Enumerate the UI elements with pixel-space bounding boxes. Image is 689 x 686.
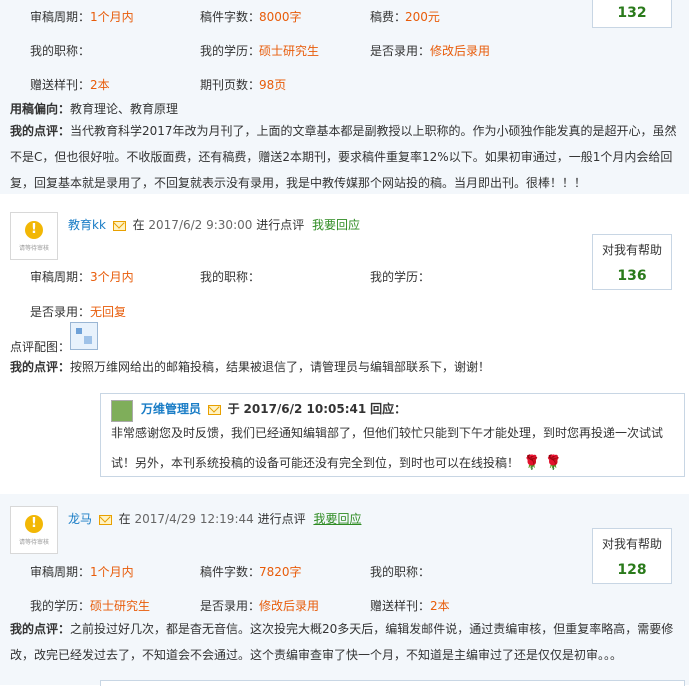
samples-value: 2本 (90, 78, 110, 92)
admin-name[interactable]: 万维管理员 (141, 402, 201, 416)
alert-icon: ! (25, 221, 43, 239)
comment-block: 我的点评：当代教育科学2017年改为月刊了，上面的文章基本都是副教授以上职称的。… (10, 118, 683, 196)
words-value: 7820字 (259, 565, 302, 579)
samples-label: 赠送样刊： (30, 78, 91, 92)
reply-text-line1: 非常感谢您及时反馈，我们已经通知编辑部了，但他们较忙只能到下午才能处理，到时您再… (111, 426, 664, 440)
comment-image-thumbnail[interactable] (70, 322, 98, 350)
meta-in: 在 (118, 512, 131, 526)
title-label: 我的职称： (370, 565, 431, 579)
comment-label: 我的点评： (10, 124, 71, 138)
comment-text: 之前投过好几次，都是杳无音信。这次投完大概20多天后，编辑发邮件说，通过责编审核… (10, 622, 674, 662)
helpful-count: 128 (617, 562, 647, 578)
words-label: 稿件字数： (200, 10, 261, 24)
preference-value: 教育理论、教育原理 (70, 102, 179, 116)
accept-value: 修改后录用 (430, 44, 491, 58)
meta-action: 进行点评 (256, 218, 305, 232)
fee-label: 稿费： (370, 10, 407, 24)
accept-label: 是否录用： (30, 305, 91, 319)
preference-label: 用稿偏向： (10, 102, 71, 116)
edu-label: 我的学历： (30, 599, 91, 613)
period-label: 审稿周期： (30, 270, 91, 284)
comment-text: 按照万维网给出的邮箱投稿，结果被退信了，请管理员与编辑部联系下，谢谢！ (70, 360, 491, 374)
mail-icon[interactable] (207, 404, 221, 415)
edu-label: 我的学历： (200, 44, 261, 58)
avatar-caption: 请等待审核 (18, 539, 49, 546)
user-link[interactable]: 教育kk (68, 218, 106, 232)
pages-value: 98页 (259, 78, 287, 92)
meta-action: 进行点评 (257, 512, 306, 526)
alert-icon: ! (25, 515, 43, 533)
accept-value: 无回复 (90, 305, 127, 319)
period-value: 1个月内 (90, 10, 134, 24)
words-label: 稿件字数： (200, 565, 261, 579)
samples-label: 赠送样刊： (370, 599, 431, 613)
avatar: ! 请等待审核 (10, 506, 58, 554)
user-link[interactable]: 龙马 (68, 512, 92, 526)
accept-label: 是否录用： (200, 599, 261, 613)
helpful-count: 132 (617, 5, 647, 21)
rose-icon: 🌹 (544, 455, 562, 471)
reply-link[interactable]: 我要回应 (313, 512, 361, 526)
helpful-button[interactable]: 对我有帮助 136 (592, 234, 672, 290)
meta-in: 在 (132, 218, 145, 232)
helpful-button[interactable]: 对我有帮助 128 (592, 528, 672, 584)
avatar-caption: 请等待审核 (18, 245, 49, 252)
review-date: 2017/4/29 12:19:44 (134, 512, 254, 526)
helpful-label: 对我有帮助 (601, 537, 662, 551)
comment-label: 我的点评： (10, 360, 71, 374)
comment-block: 我的点评：之前投过好几次，都是杳无音信。这次投完大概20多天后，编辑发邮件说，通… (10, 616, 683, 668)
helpful-label: 对我有帮助 (601, 243, 662, 257)
samples-value: 2本 (430, 599, 450, 613)
title-label: 我的职称： (30, 44, 91, 58)
mail-icon[interactable] (112, 220, 126, 231)
review-meta: 龙马 在 2017/4/29 12:19:44 进行点评 我要回应 (68, 510, 361, 527)
comment-row: 我的点评：按照万维网给出的邮箱投稿，结果被退信了，请管理员与编辑部联系下，谢谢！ (10, 358, 490, 375)
title-label: 我的职称： (200, 270, 261, 284)
period-label: 审稿周期： (30, 565, 91, 579)
review-meta: 教育kk 在 2017/6/2 9:30:00 进行点评 我要回应 (68, 216, 360, 233)
reply-meta: 万维管理员 于 2017/6/2 10:05:41 回应： (141, 400, 406, 417)
helpful-box[interactable]: 132 (592, 0, 672, 28)
reply-date: 2017/6/2 10:05:41 (243, 402, 367, 416)
reply-text-line2: 试！另外，本刊系统投稿的设备可能还没有完全到位，到时也可以在线投稿！ 🌹 🌹 (111, 455, 562, 471)
mail-icon[interactable] (98, 514, 112, 525)
period-value: 1个月内 (90, 565, 134, 579)
period-label: 审稿周期： (30, 10, 91, 24)
edu-label: 我的学历： (370, 270, 431, 284)
reply-in: 于 (227, 402, 240, 416)
reply-box-edge (100, 680, 685, 686)
words-value: 8000字 (259, 10, 302, 24)
avatar: ! 请等待审核 (10, 212, 58, 260)
pages-label: 期刊页数： (200, 78, 261, 92)
reply-action: 回应： (370, 402, 407, 416)
fee-value: 200元 (405, 10, 440, 24)
admin-reply: 万维管理员 于 2017/6/2 10:05:41 回应： 非常感谢您及时反馈，… (100, 393, 685, 477)
helpful-count: 136 (617, 268, 647, 284)
image-label: 点评配图： (10, 340, 71, 354)
review-date: 2017/6/2 9:30:00 (148, 218, 253, 232)
accept-value: 修改后录用 (259, 599, 320, 613)
period-value: 3个月内 (90, 270, 134, 284)
preference-row: 用稿偏向：教育理论、教育原理 (10, 100, 178, 117)
edu-value: 硕士研究生 (259, 44, 320, 58)
accept-label: 是否录用： (370, 44, 431, 58)
comment-text: 当代教育科学2017年改为月刊了，上面的文章基本都是副教授以上职称的。作为小硕独… (10, 124, 677, 190)
rose-icon: 🌹 (523, 455, 541, 471)
reply-link[interactable]: 我要回应 (312, 218, 360, 232)
comment-label: 我的点评： (10, 622, 71, 636)
admin-avatar (111, 400, 133, 422)
edu-value: 硕士研究生 (90, 599, 151, 613)
